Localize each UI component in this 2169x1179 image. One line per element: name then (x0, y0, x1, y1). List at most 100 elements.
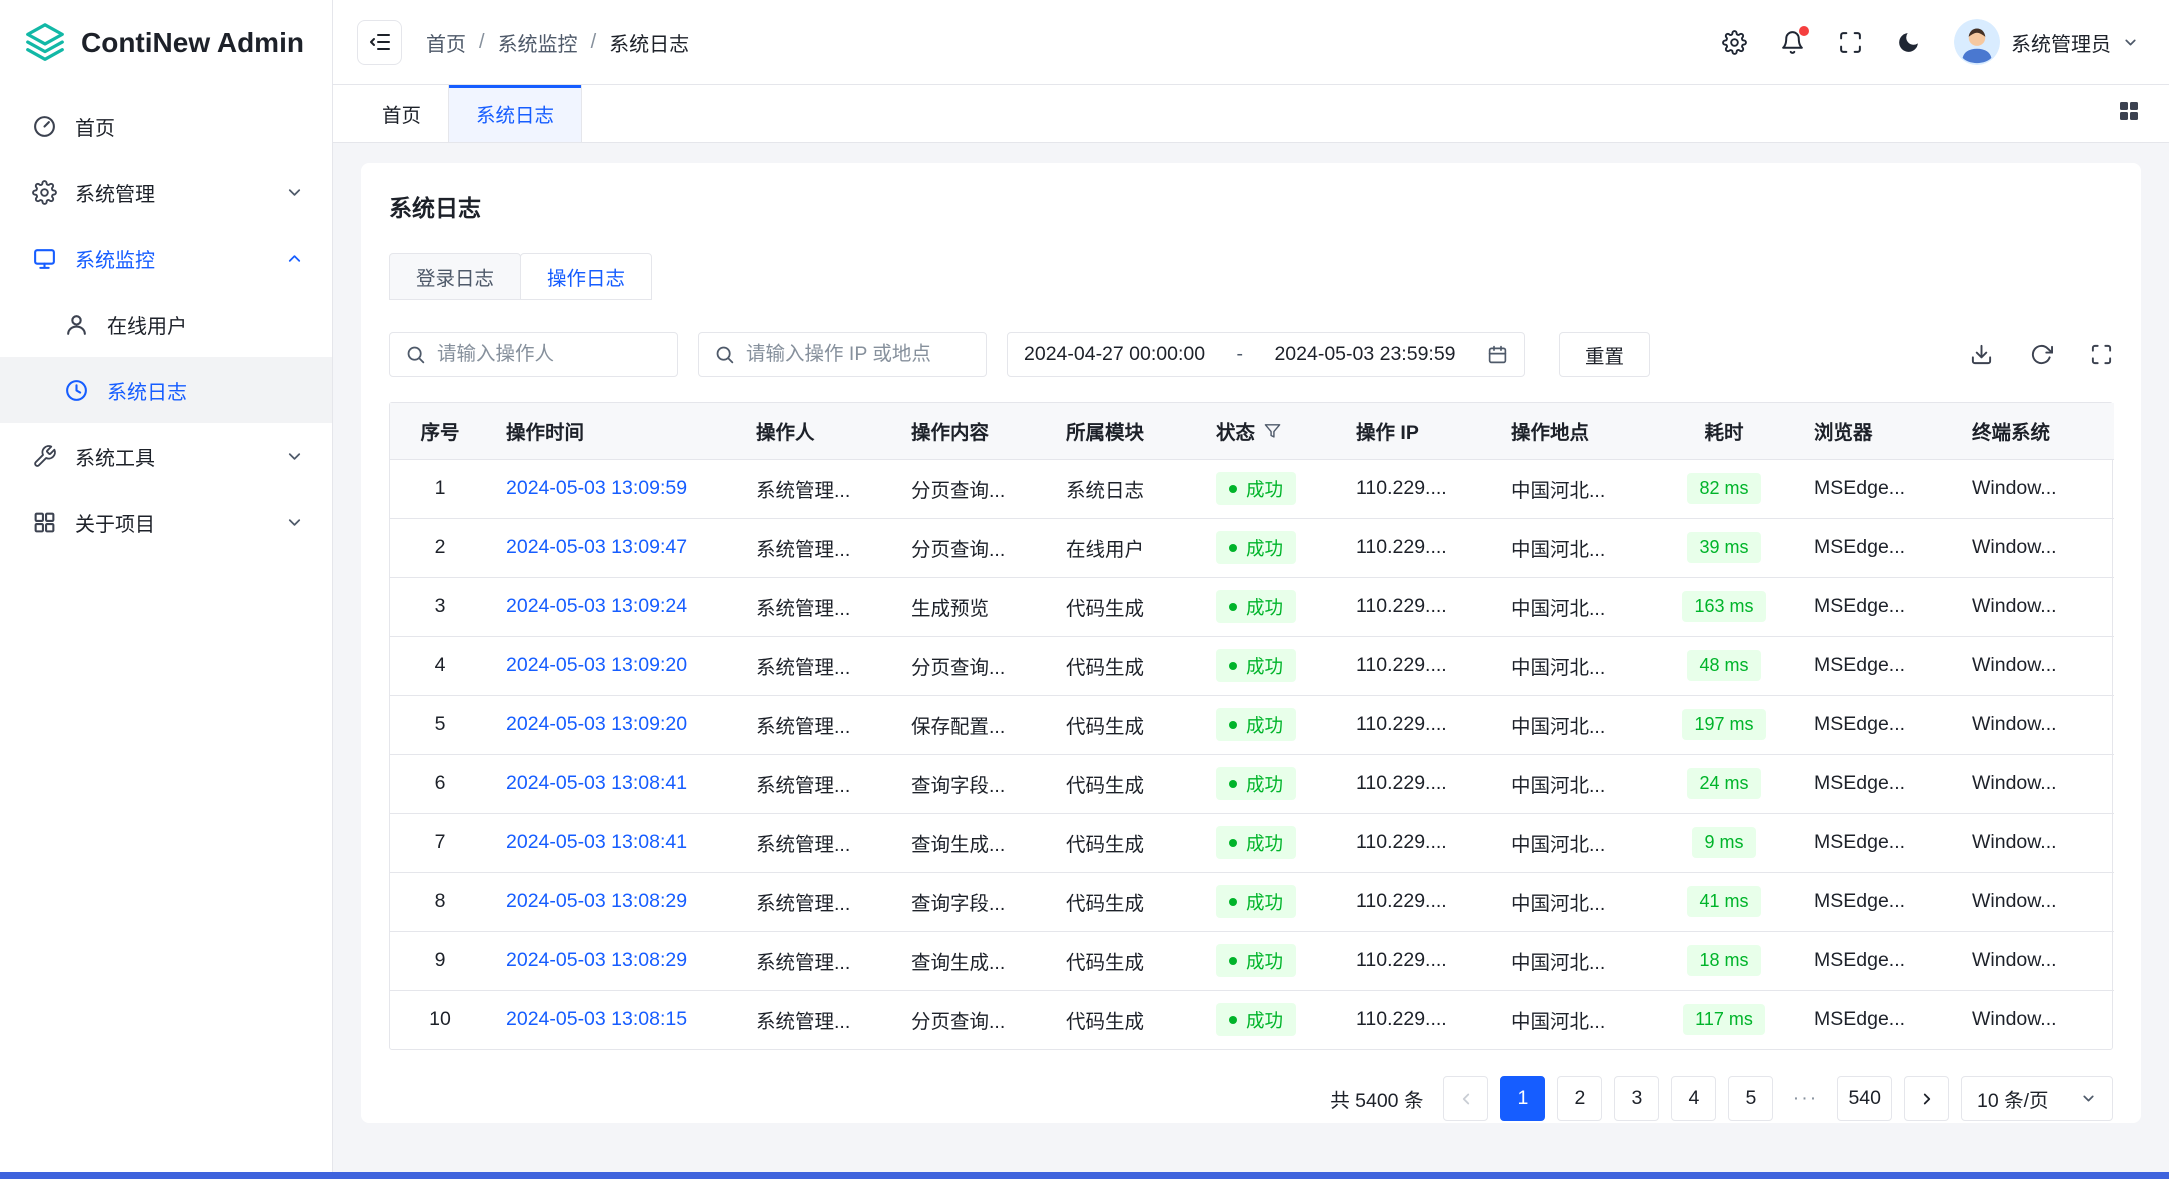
cell-module: 代码生成 (1050, 695, 1200, 754)
sidebar-item-about-project[interactable]: 关于项目 (0, 489, 332, 555)
duration-badge: 163 ms (1682, 591, 1765, 622)
logo[interactable]: ContiNew Admin (0, 0, 332, 85)
download-icon[interactable] (1970, 343, 1993, 366)
status-badge: 成功 (1216, 767, 1296, 800)
tab-login-logs[interactable]: 登录日志 (389, 253, 521, 300)
cell-duration: 41 ms (1650, 872, 1798, 931)
duration-badge: 24 ms (1687, 768, 1760, 799)
cell-operation-content: 查询生成... (895, 813, 1050, 872)
operator-search-input[interactable] (437, 343, 662, 366)
col-index: 序号 (390, 403, 490, 459)
tab-home[interactable]: 首页 (355, 85, 449, 142)
col-operation-content: 操作内容 (895, 403, 1050, 459)
operator-search-field[interactable] (389, 332, 678, 377)
tool-icon (32, 444, 57, 469)
cell-operation-content: 分页查询... (895, 518, 1050, 577)
cell-operator: 系统管理... (740, 695, 895, 754)
search-icon (714, 344, 735, 365)
cell-module: 代码生成 (1050, 636, 1200, 695)
col-module: 所属模块 (1050, 403, 1200, 459)
cell-operator: 系统管理... (740, 754, 895, 813)
table-row: 3 2024-05-03 13:09:24 系统管理... 生成预览 代码生成 … (390, 577, 2114, 636)
breadcrumb: 首页 / 系统监控 / 系统日志 (426, 28, 689, 57)
menu-fold-icon (368, 30, 392, 54)
cell-operation-time: 2024-05-03 13:09:47 (490, 518, 740, 577)
cell-duration: 163 ms (1650, 577, 1798, 636)
log-type-tabs: 登录日志 操作日志 (389, 253, 2113, 300)
page-button-last[interactable]: 540 (1837, 1076, 1892, 1121)
sidebar-item-system-monitoring[interactable]: 系统监控 (0, 225, 332, 291)
tab-operation-logs[interactable]: 操作日志 (520, 253, 652, 300)
settings-gear-icon[interactable] (1722, 30, 1747, 55)
status-badge: 成功 (1216, 531, 1296, 564)
prev-page-button[interactable] (1443, 1076, 1488, 1121)
pagination-ellipsis[interactable]: ··· (1785, 1087, 1825, 1110)
operation-time-link[interactable]: 2024-05-03 13:09:59 (506, 477, 687, 499)
dark-mode-moon-icon[interactable] (1896, 30, 1921, 55)
status-label: 成功 (1246, 535, 1283, 561)
status-label: 成功 (1246, 771, 1283, 797)
cell-status: 成功 (1200, 990, 1340, 1049)
layout-grid-icon[interactable] (2117, 99, 2141, 129)
sidebar-item-system-management[interactable]: 系统管理 (0, 159, 332, 225)
operation-time-link[interactable]: 2024-05-03 13:08:41 (506, 772, 687, 794)
chevron-down-icon (285, 183, 304, 202)
cell-status: 成功 (1200, 813, 1340, 872)
pagination-total: 共 5400 条 (1330, 1084, 1423, 1113)
status-dot-icon (1229, 544, 1237, 552)
operation-time-link[interactable]: 2024-05-03 13:09:20 (506, 713, 687, 735)
status-label: 成功 (1246, 948, 1283, 974)
operation-time-link[interactable]: 2024-05-03 13:08:41 (506, 831, 687, 853)
date-start-value: 2024-04-27 00:00:00 (1024, 343, 1205, 366)
operation-time-link[interactable]: 2024-05-03 13:09:20 (506, 654, 687, 676)
ip-search-field[interactable] (698, 332, 987, 377)
page-button-1[interactable]: 1 (1500, 1076, 1545, 1121)
reset-button[interactable]: 重置 (1559, 332, 1650, 377)
page-size-select[interactable]: 10 条/页 (1961, 1076, 2113, 1121)
operation-time-link[interactable]: 2024-05-03 13:09:47 (506, 536, 687, 558)
cell-location: 中国河北... (1495, 577, 1650, 636)
page-button-4[interactable]: 4 (1671, 1076, 1716, 1121)
cell-location: 中国河北... (1495, 931, 1650, 990)
fullscreen-icon[interactable] (1838, 30, 1863, 55)
sidebar-collapse-button[interactable] (357, 20, 402, 65)
operation-time-link[interactable]: 2024-05-03 13:08:29 (506, 949, 687, 971)
breadcrumb-item[interactable]: 系统监控 (498, 28, 578, 57)
user-menu[interactable]: 系统管理员 (1954, 19, 2139, 65)
operation-time-link[interactable]: 2024-05-03 13:08:15 (506, 1008, 687, 1030)
cell-status: 成功 (1200, 695, 1340, 754)
status-filter-icon[interactable] (1264, 422, 1281, 439)
sidebar-item-system-logs[interactable]: 系统日志 (0, 357, 332, 423)
operation-time-link[interactable]: 2024-05-03 13:09:24 (506, 595, 687, 617)
status-badge: 成功 (1216, 472, 1296, 505)
breadcrumb-item[interactable]: 首页 (426, 28, 466, 57)
sidebar-item-home[interactable]: 首页 (0, 93, 332, 159)
cell-duration: 39 ms (1650, 518, 1798, 577)
next-page-button[interactable] (1904, 1076, 1949, 1121)
cell-operation-time: 2024-05-03 13:08:15 (490, 990, 740, 1049)
cell-operation-content: 查询生成... (895, 931, 1050, 990)
refresh-icon[interactable] (2030, 343, 2053, 366)
chevron-down-icon (285, 513, 304, 532)
tab-system-logs[interactable]: 系统日志 (449, 85, 582, 142)
ip-search-input[interactable] (746, 343, 971, 366)
page-button-3[interactable]: 3 (1614, 1076, 1659, 1121)
sidebar-item-online-users[interactable]: 在线用户 (0, 291, 332, 357)
sidebar-item-system-tools[interactable]: 系统工具 (0, 423, 332, 489)
page-button-5[interactable]: 5 (1728, 1076, 1773, 1121)
notification-bell-icon[interactable] (1780, 30, 1805, 55)
duration-badge: 41 ms (1687, 886, 1760, 917)
status-dot-icon (1229, 839, 1237, 847)
table-row: 4 2024-05-03 13:09:20 系统管理... 分页查询... 代码… (390, 636, 2114, 695)
page-button-2[interactable]: 2 (1557, 1076, 1602, 1121)
date-range-picker[interactable]: 2024-04-27 00:00:00 - 2024-05-03 23:59:5… (1007, 332, 1525, 377)
expand-table-icon[interactable] (2090, 343, 2113, 366)
bottom-accent-bar (0, 1172, 2169, 1179)
sidebar-item-label: 首页 (75, 112, 115, 141)
sidebar-item-label: 系统日志 (107, 376, 187, 405)
cell-status: 成功 (1200, 931, 1340, 990)
status-label: 成功 (1246, 594, 1283, 620)
status-dot-icon (1229, 780, 1237, 788)
operation-time-link[interactable]: 2024-05-03 13:08:29 (506, 890, 687, 912)
col-status: 状态 (1200, 403, 1340, 459)
